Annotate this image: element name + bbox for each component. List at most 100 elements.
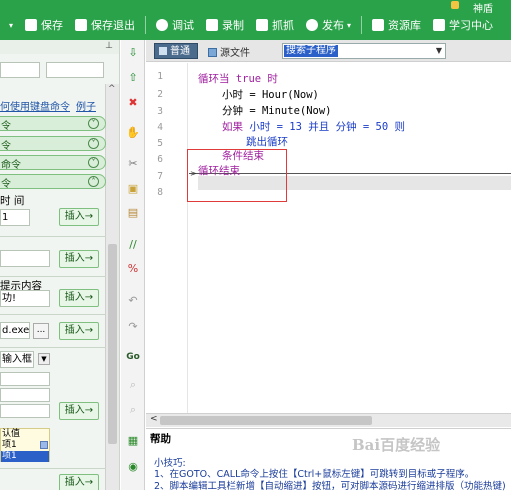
text-field[interactable] <box>0 250 50 267</box>
insert-button[interactable]: 插入→ <box>59 208 99 226</box>
text-field[interactable] <box>46 62 104 78</box>
record-icon <box>206 19 219 31</box>
code-line[interactable]: 如果 小时 = 13 并且 分钟 = 50 则 <box>222 119 405 134</box>
panel-scrollbar[interactable]: ^ <box>105 84 119 490</box>
insert-button[interactable]: 插入→ <box>59 402 99 420</box>
text-field[interactable] <box>0 62 40 78</box>
help-pane: 帮助 小技巧: 1、在GOTO、CALL命令上按住【Ctrl+鼠标左键】可跳转到… <box>146 428 511 492</box>
goto-icon[interactable]: Go <box>126 350 140 364</box>
text-field[interactable] <box>0 388 50 402</box>
browse-button[interactable]: ... <box>33 323 49 339</box>
subroutine-search-select[interactable]: 搜索子程序 ▼ <box>282 43 446 59</box>
tab-source[interactable]: 源文件 <box>208 44 250 59</box>
normal-view-icon <box>159 47 167 55</box>
text-field[interactable] <box>0 404 50 418</box>
resource-icon <box>372 19 385 31</box>
scrollbar-thumb[interactable] <box>108 244 117 444</box>
divider <box>0 236 106 237</box>
debug-button[interactable]: 调试 <box>150 17 200 33</box>
text-field[interactable] <box>0 372 50 386</box>
command-row-label: 令 <box>1 141 11 152</box>
toolbar-items: ▾ 保存 保存退出 调试 录制 抓抓 发布 ▾ 资源库 学习中心 <box>0 14 499 36</box>
editor-hscrollbar[interactable]: < <box>146 413 511 427</box>
resource-library-button[interactable]: 资源库 <box>366 17 427 33</box>
insert-button[interactable]: 插入→ <box>59 250 99 268</box>
move-down-icon[interactable]: ⇩ <box>126 46 140 60</box>
uncomment-icon[interactable]: % <box>126 262 140 276</box>
chevron-up-icon[interactable]: ^ <box>108 84 116 94</box>
record-label: 录制 <box>222 19 245 32</box>
line-number: 6 <box>157 154 163 165</box>
insert-button[interactable]: 插入→ <box>59 289 99 307</box>
save-exit-label: 保存退出 <box>91 19 136 32</box>
grab-icon <box>256 19 269 31</box>
line-number: 4 <box>157 122 163 133</box>
chevron-left-icon[interactable]: < <box>150 414 158 424</box>
code-editor[interactable]: 1 2 3 4 5 6 7 8 > 循环当 true 时 小时 = Hour(N… <box>146 63 511 413</box>
insert-button[interactable]: 插入→ <box>59 474 99 490</box>
tab-source-label: 源文件 <box>220 48 250 59</box>
toolbar-divider <box>145 16 147 34</box>
image-icon[interactable]: ▦ <box>126 434 140 448</box>
eye-icon[interactable]: ◉ <box>126 460 140 474</box>
chevron-down-icon[interactable]: ▼ <box>38 353 50 365</box>
save-button[interactable]: 保存 <box>19 17 69 33</box>
chevron-up-icon[interactable]: ˄ <box>88 176 99 187</box>
hand-icon[interactable]: ✋ <box>126 126 140 140</box>
keyboard-help-link[interactable]: 何使用键盘命令 <box>0 98 70 113</box>
replace-icon[interactable]: ⌕ <box>126 403 140 417</box>
cut-icon[interactable]: ✂ <box>126 157 140 171</box>
command-row[interactable]: 令 ˄ <box>0 174 106 190</box>
chevron-down-icon[interactable]: ˅ <box>88 138 99 149</box>
help-title: 帮助 <box>150 433 171 445</box>
command-row[interactable]: 令 ˅ <box>0 136 106 152</box>
paste-icon[interactable]: ▤ <box>126 206 140 220</box>
save-exit-button[interactable]: 保存退出 <box>69 17 141 33</box>
learning-label: 学习中心 <box>449 19 494 32</box>
pin-icon[interactable]: ⊥ <box>105 41 113 51</box>
baidu-watermark: Bai百度经验 <box>352 436 441 454</box>
chevron-down-icon[interactable]: ˅ <box>88 157 99 168</box>
divider <box>0 276 106 277</box>
tab-normal[interactable]: 普通 <box>154 43 198 59</box>
command-row[interactable]: 命令 ˅ <box>0 155 106 171</box>
command-row[interactable]: 令 ˅ <box>0 116 106 132</box>
menu-dropdown-button[interactable]: ▾ <box>0 21 19 30</box>
shield-icon <box>451 1 459 9</box>
redo-icon[interactable]: ↷ <box>126 320 140 334</box>
time-label: 时 间 <box>0 195 25 207</box>
copy-icon[interactable]: ▣ <box>126 182 140 196</box>
prompt-field[interactable]: 功! <box>0 290 50 307</box>
list-toggle-icon[interactable] <box>40 441 48 449</box>
code-line[interactable]: 分钟 = Minute(Now) <box>222 103 332 118</box>
resource-label: 资源库 <box>388 19 422 32</box>
combo-field[interactable]: 输入框 <box>0 351 34 368</box>
publish-button[interactable]: 发布 ▾ <box>300 17 357 33</box>
option-listbox[interactable]: 认值 项1 项1 <box>0 428 50 462</box>
record-button[interactable]: 录制 <box>200 17 250 33</box>
example-link[interactable]: 例子 <box>76 98 96 113</box>
undo-icon[interactable]: ↶ <box>126 294 140 308</box>
scrollbar-thumb[interactable] <box>160 416 372 425</box>
list-item[interactable]: 认值 <box>1 429 49 440</box>
code-line[interactable]: 循环当 true 时 <box>198 71 278 86</box>
code-line[interactable]: 小时 = Hour(Now) <box>222 87 319 102</box>
line-number: 1 <box>157 71 163 82</box>
learning-center-button[interactable]: 学习中心 <box>427 17 499 33</box>
find-icon[interactable]: ⌕ <box>126 378 140 392</box>
command-row-label: 令 <box>1 179 11 190</box>
delete-icon[interactable]: ✖ <box>126 96 140 110</box>
list-item[interactable]: 项1 <box>1 451 49 462</box>
chevron-down-icon[interactable]: ˅ <box>88 118 99 129</box>
move-up-icon[interactable]: ⇧ <box>126 71 140 85</box>
shield-label[interactable]: 神盾 <box>473 0 493 15</box>
chevron-down-icon[interactable]: ▼ <box>436 46 442 55</box>
grab-button[interactable]: 抓抓 <box>250 17 300 33</box>
time-field[interactable]: 1 <box>0 209 30 226</box>
insert-button[interactable]: 插入→ <box>59 322 99 340</box>
top-toolbar: 神盾 ▾ 保存 保存退出 调试 录制 抓抓 发布 ▾ 资源库 学习中心 <box>0 0 511 40</box>
code-line[interactable]: 跳出循环 <box>246 134 288 149</box>
exe-path-field[interactable]: d.exe" <box>0 322 30 339</box>
line-number: 3 <box>157 106 163 117</box>
comment-icon[interactable]: // <box>126 238 140 252</box>
